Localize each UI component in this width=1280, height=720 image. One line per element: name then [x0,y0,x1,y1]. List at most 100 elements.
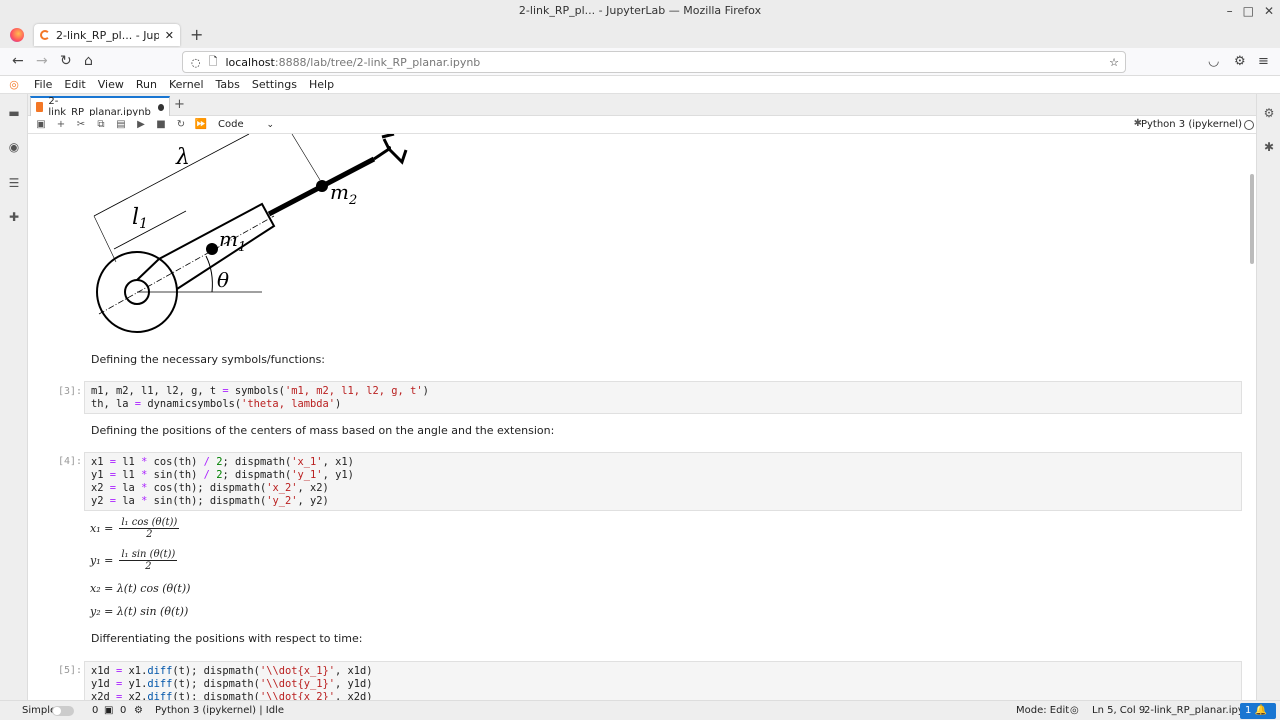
center-line [98,215,275,315]
jupyter-menubar: ◎ File Edit View Run Kernel Tabs Setting… [0,76,1280,94]
run-icon[interactable]: ▶ [134,118,148,132]
terminals-count[interactable]: 0 [92,705,98,716]
menu-tabs[interactable]: Tabs [210,78,246,91]
paste-icon[interactable]: ▤ [114,118,128,132]
cell-type-select[interactable]: Code ⌄ [218,118,274,132]
cursor-position[interactable]: Ln 5, Col 9 [1092,705,1145,716]
maximize-icon[interactable]: □ [1243,0,1254,22]
save-icon[interactable]: ▣ [34,118,48,132]
extension-puzzle-icon[interactable]: ✚ [7,210,21,224]
l1-label: l1 [132,205,148,232]
menu-help[interactable]: Help [303,78,340,91]
new-tab-icon[interactable]: + [190,25,203,44]
editor-mode: Mode: Edit [1016,705,1070,716]
running-icon[interactable]: ◉ [7,140,21,154]
reload-icon[interactable]: ↻ [60,53,72,69]
home-icon[interactable]: ⌂ [84,53,93,69]
notebook-toolbar: ▣ + ✂ ⧉ ▤ ▶ ■ ↻ ⏩ Code ⌄ ✱ Python 3 (ipy… [28,116,1256,134]
markdown-differentiating: Differentiating the positions with respe… [91,632,363,645]
robot-arm-diagram: λ l1 m1 m2 θ [93,134,408,333]
kernel-status-text[interactable]: Python 3 (ipykernel) | Idle [155,705,284,716]
lambda-label: λ [175,145,190,170]
simple-mode-toggle[interactable] [52,706,74,716]
kernel-name[interactable]: Python 3 (ipykernel) [1141,118,1242,132]
close-window-icon[interactable]: ✕ [1264,0,1274,22]
back-icon[interactable]: ← [12,53,24,69]
kernels-count[interactable]: 0 [120,705,126,716]
browser-tab-jupyterlab[interactable]: 2-link_RP_pl... - JupyterLab ✕ [34,24,180,46]
window-controls: – □ ✕ [1227,0,1274,22]
cell-prompt-4: [4]: [58,456,83,467]
minimize-icon[interactable]: – [1227,0,1233,22]
notebook-tab-title: 2-link_RP_planar.ipynb [48,96,151,118]
window-title: 2-link_RP_pl... - JupyterLab — Mozilla F… [518,4,762,17]
right-sidebar: ⚙ ✱ [1256,94,1280,700]
theta-label: θ [217,268,229,292]
l1-dim-line [113,210,187,250]
code-cell-4[interactable]: x1 = l1 * cos(th) / 2; dispmath('x_1', x… [84,452,1242,511]
notebook-icon [36,102,44,112]
shield-check-icon[interactable]: ◎ [1070,705,1079,716]
url-host: localhost [225,55,275,69]
menu-run[interactable]: Run [130,78,163,91]
shield-icon[interactable]: ◌ [191,56,201,69]
firefox-icon[interactable] [10,28,24,42]
document-tabbar: 2-link_RP_planar.ipynb + [28,94,1256,118]
debugger-icon[interactable]: ✱ [1262,140,1276,154]
menu-view[interactable]: View [92,78,130,91]
mass-1-point [206,243,218,255]
cell-type-value: Code [218,119,244,130]
output-x2: x₂ = λ(t) cos (θ(t)) [90,582,191,595]
url-bar[interactable]: ◌ 🗋 localhost:8888/lab/tree/2-link_RP_pl… [182,51,1126,73]
dim-extension-2 [291,134,321,181]
gripper-dot [387,146,391,150]
menu-settings[interactable]: Settings [246,78,303,91]
unsaved-indicator-icon[interactable] [157,103,164,111]
folder-icon[interactable]: ▬ [7,106,21,120]
restart-icon[interactable]: ↻ [174,118,188,132]
notification-badge[interactable]: 1 🔔 [1240,703,1276,719]
output-y2: y₂ = λ(t) sin (θ(t)) [90,605,189,618]
link-body [136,202,276,290]
url-path: :8888/lab/tree/2-link_RP_planar.ipynb [274,55,481,69]
close-tab-icon[interactable]: ✕ [165,29,174,42]
kernel-status-icon [1244,120,1254,130]
left-sidebar: ▬ ◉ ☰ ✚ [0,94,28,700]
fast-forward-icon[interactable]: ⏩ [194,118,208,132]
code-cell-3[interactable]: m1, m2, l1, l2, g, t = symbols('m1, m2, … [84,381,1242,414]
page-info-icon[interactable]: 🗋 [209,53,218,72]
loading-spinner-icon [40,30,50,40]
window-title-bar: 2-link_RP_pl... - JupyterLab — Mozilla F… [0,0,1280,22]
insert-cell-icon[interactable]: + [54,118,68,132]
terminal-icon: ▣ [104,705,114,716]
pocket-icon[interactable]: ◡ [1208,54,1219,69]
stop-icon[interactable]: ■ [154,118,168,132]
chevron-down-icon: ⌄ [266,120,274,130]
code-cell-5[interactable]: x1d = x1.diff(t); dispmath('\\dot{x_1}',… [84,661,1242,700]
add-launcher-icon[interactable]: + [174,97,185,112]
notebook-area: λ l1 m1 m2 θ Defining the necessary symb… [28,134,1256,700]
copy-icon[interactable]: ⧉ [94,118,108,132]
status-bar: Simple 0 ▣ 0 ⚙ Python 3 (ipykernel) | Id… [0,700,1280,720]
notebook-scrollbar[interactable] [1250,174,1254,264]
output-x1: x₁ = l₁ cos (θ(t)) 2 [90,517,180,540]
theta-arc [205,255,213,293]
markdown-symbols: Defining the necessary symbols/functions… [91,353,326,366]
cut-icon[interactable]: ✂ [74,118,88,132]
extensions-icon[interactable]: ⚙ [1234,54,1246,69]
cell-prompt-5: [5]: [58,665,83,676]
app-menu-icon[interactable]: ≡ [1258,54,1269,69]
toc-icon[interactable]: ☰ [7,176,21,190]
browser-tab-title: 2-link_RP_pl... - JupyterLab [56,28,159,42]
forward-icon[interactable]: → [36,53,48,69]
jupyter-logo-icon: ◎ [9,78,19,91]
mass-2-point [316,180,328,192]
kernel-gear-icon: ⚙ [134,705,143,716]
menu-file[interactable]: File [28,78,58,91]
menu-kernel[interactable]: Kernel [163,78,210,91]
property-inspector-icon[interactable]: ⚙ [1262,106,1276,120]
menu-edit[interactable]: Edit [58,78,91,91]
m2-label: m2 [330,180,357,208]
notebook-tab[interactable]: 2-link_RP_planar.ipynb [30,96,170,118]
bookmark-star-icon[interactable]: ☆ [1109,56,1119,69]
